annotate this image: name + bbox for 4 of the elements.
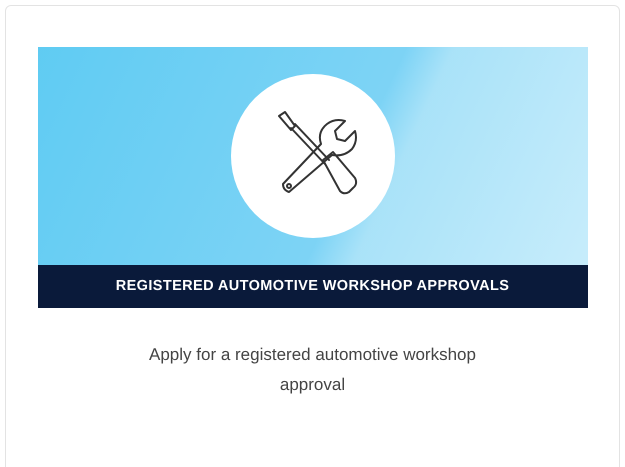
service-card[interactable]: REGISTERED AUTOMOTIVE WORKSHOP APPROVALS Apply for a registered automotive workshop approval	[5, 5, 620, 467]
tools-icon	[230, 74, 394, 238]
card-description: Apply for a registered automotive workshop approval	[148, 344, 477, 396]
banner-title: REGISTERED AUTOMOTIVE WORKSHOP APPROVALS	[116, 276, 510, 296]
